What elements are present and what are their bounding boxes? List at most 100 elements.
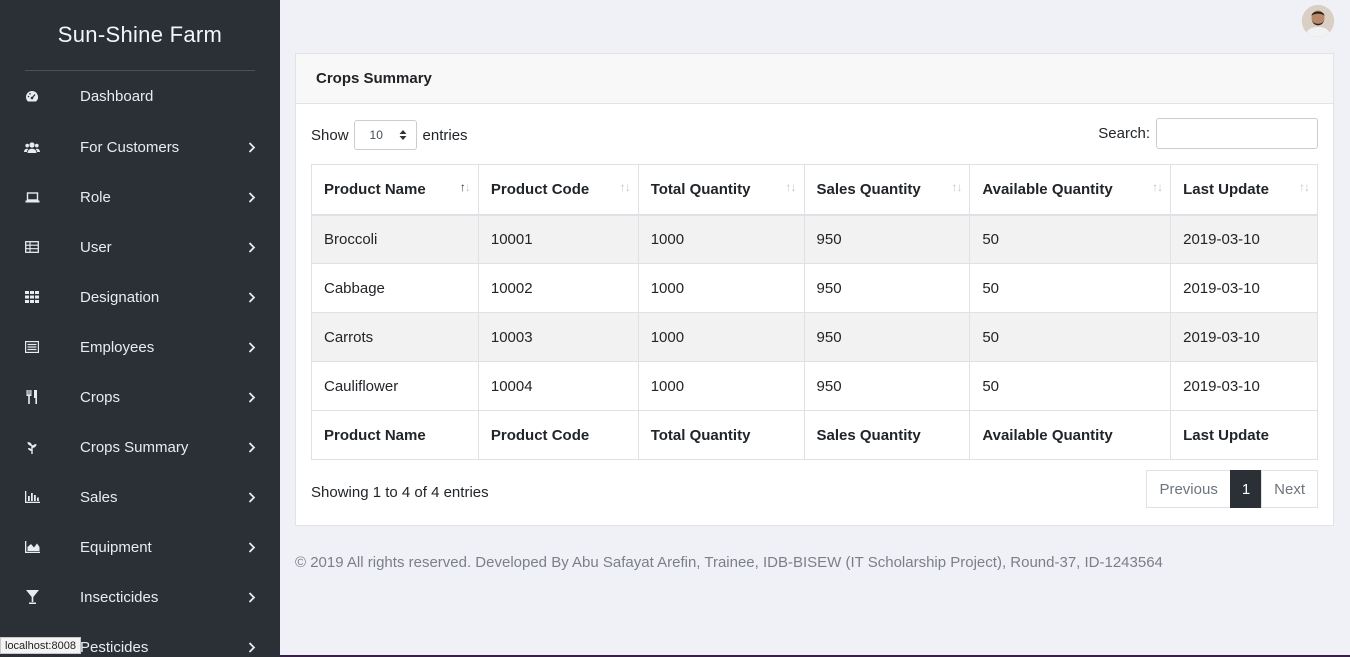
cell-available-quantity: 50 <box>969 263 1172 313</box>
cell-last-update: 2019-03-10 <box>1170 214 1318 264</box>
column-header-product-name[interactable]: Product Name ↑↓ <box>311 164 479 216</box>
status-url: localhost:8008 <box>0 637 81 654</box>
entries-label: entries <box>422 126 468 144</box>
crops-table: Product Name ↑↓ Product Code ↑↓ Total Quan… <box>311 164 1318 460</box>
cell-available-quantity: 50 <box>969 214 1172 264</box>
cell-total-quantity: 1000 <box>637 214 805 264</box>
sidebar-item-insecticides[interactable]: Insecticides <box>0 572 280 622</box>
avatar[interactable] <box>1302 5 1334 37</box>
brand-title[interactable]: Sun-Shine Farm <box>0 0 280 70</box>
chevron-right-icon <box>246 491 258 503</box>
sidebar-item-label: Insecticides <box>80 588 159 606</box>
table-footer-row: Product Name Product Code Total Quantity… <box>311 410 1318 460</box>
sidebar-item-for-customers[interactable]: For Customers <box>0 122 280 172</box>
chevron-right-icon <box>246 541 258 553</box>
chevron-right-icon <box>246 641 258 653</box>
column-header-total-quantity[interactable]: Total Quantity ↑↓ <box>637 164 805 216</box>
cell-last-update: 2019-03-10 <box>1170 312 1318 362</box>
page-1-button[interactable]: 1 <box>1229 470 1263 508</box>
seedling-icon <box>24 439 40 455</box>
sidebar-item-label: Designation <box>80 288 160 306</box>
chevron-right-icon <box>246 441 258 453</box>
search-input[interactable] <box>1156 118 1318 149</box>
sort-icon: ↑↓ <box>1299 180 1310 194</box>
sidebar-item-role[interactable]: Role <box>0 172 280 222</box>
grid-icon <box>24 289 40 305</box>
cell-total-quantity: 1000 <box>637 263 805 313</box>
cell-available-quantity: 50 <box>969 361 1172 411</box>
footer-last-update: Last Update <box>1170 410 1318 460</box>
sidebar-item-label: User <box>80 238 112 256</box>
column-header-available-quantity[interactable]: Available Quantity ↑↓ <box>969 164 1172 216</box>
column-header-last-update[interactable]: Last Update ↑↓ <box>1170 164 1318 216</box>
cell-product-code: 10002 <box>477 263 639 313</box>
cell-product-code: 10003 <box>477 312 639 362</box>
sidebar-item-label: Pesticides <box>80 638 149 656</box>
sidebar-item-label: Crops <box>80 388 121 406</box>
cell-sales-quantity: 950 <box>803 361 971 411</box>
footer-sales-quantity: Sales Quantity <box>803 410 971 460</box>
sidebar-item-sales[interactable]: Sales <box>0 472 280 522</box>
footer-product-name: Product Name <box>311 410 479 460</box>
dashboard-icon <box>24 89 40 105</box>
show-label: Show <box>311 126 349 144</box>
crops-summary-card: Crops Summary Show 10 entries Search: Pr… <box>295 53 1334 526</box>
sort-icon: ↑↓ <box>951 180 962 194</box>
sort-icon: ↑↓ <box>619 180 631 194</box>
sidebar-item-user[interactable]: User <box>0 222 280 272</box>
sidebar-item-label: Role <box>80 188 111 206</box>
chevron-right-icon <box>246 241 258 253</box>
pagination: Previous 1 Next <box>1146 470 1318 508</box>
column-header-product-code[interactable]: Product Code ↑↓ <box>477 164 639 216</box>
chevron-right-icon <box>246 391 258 403</box>
search-label: Search: <box>1098 125 1150 142</box>
sidebar-item-crops[interactable]: Crops <box>0 372 280 422</box>
next-button[interactable]: Next <box>1261 470 1318 508</box>
cell-product-code: 10001 <box>477 214 639 264</box>
bar-chart-icon <box>24 489 40 505</box>
cell-last-update: 2019-03-10 <box>1170 361 1318 411</box>
sidebar-item-label: Sales <box>80 488 118 506</box>
footer-total-quantity: Total Quantity <box>637 410 805 460</box>
table-header-row: Product Name ↑↓ Product Code ↑↓ Total Quan… <box>311 164 1318 216</box>
table-info: Showing 1 to 4 of 4 entries <box>311 484 489 501</box>
card-title: Crops Summary <box>296 54 1333 104</box>
column-header-sales-quantity[interactable]: Sales Quantity ↑↓ <box>803 164 971 216</box>
cell-last-update: 2019-03-10 <box>1170 263 1318 313</box>
footer-available-quantity: Available Quantity <box>969 410 1172 460</box>
cell-total-quantity: 1000 <box>637 361 805 411</box>
chevron-right-icon <box>246 341 258 353</box>
sidebar-item-label: Dashboard <box>80 88 154 105</box>
page-length-value: 10 <box>369 128 383 142</box>
select-caret-icon <box>399 129 407 144</box>
sidebar-item-dashboard[interactable]: Dashboard <box>0 71 280 122</box>
sidebar-item-designation[interactable]: Designation <box>0 272 280 322</box>
sidebar-item-equipment[interactable]: Equipment <box>0 522 280 572</box>
laptop-icon <box>24 189 40 205</box>
sort-icon: ↑↓ <box>785 180 797 194</box>
cell-product-name: Cauliflower <box>311 361 479 411</box>
cell-sales-quantity: 950 <box>803 312 971 362</box>
sidebar-item-crops-summary[interactable]: Crops Summary <box>0 422 280 472</box>
sidebar-item-label: Equipment <box>80 538 152 556</box>
sort-icon: ↑↓ <box>1152 180 1163 194</box>
sidebar-item-label: Crops Summary <box>80 438 189 456</box>
utensils-icon <box>24 389 40 405</box>
page-length-control: Show 10 entries <box>311 120 468 150</box>
sidebar-item-label: Employees <box>80 338 155 356</box>
list-icon <box>24 339 40 355</box>
cell-product-name: Cabbage <box>311 263 479 313</box>
search-control: Search: <box>1098 118 1318 149</box>
table-row: Cauliflower 10004 1000 950 50 2019-03-10 <box>311 361 1318 411</box>
chevron-right-icon <box>246 291 258 303</box>
table-row: Cabbage 10002 1000 950 50 2019-03-10 <box>311 263 1318 313</box>
cell-total-quantity: 1000 <box>637 312 805 362</box>
chevron-right-icon <box>246 141 258 153</box>
cell-product-name: Carrots <box>311 312 479 362</box>
cell-available-quantity: 50 <box>969 312 1172 362</box>
previous-button[interactable]: Previous <box>1146 470 1231 508</box>
page-length-select[interactable]: 10 <box>353 120 417 150</box>
cell-sales-quantity: 950 <box>803 263 971 313</box>
sidebar-item-employees[interactable]: Employees <box>0 322 280 372</box>
table-row: Carrots 10003 1000 950 50 2019-03-10 <box>311 312 1318 362</box>
